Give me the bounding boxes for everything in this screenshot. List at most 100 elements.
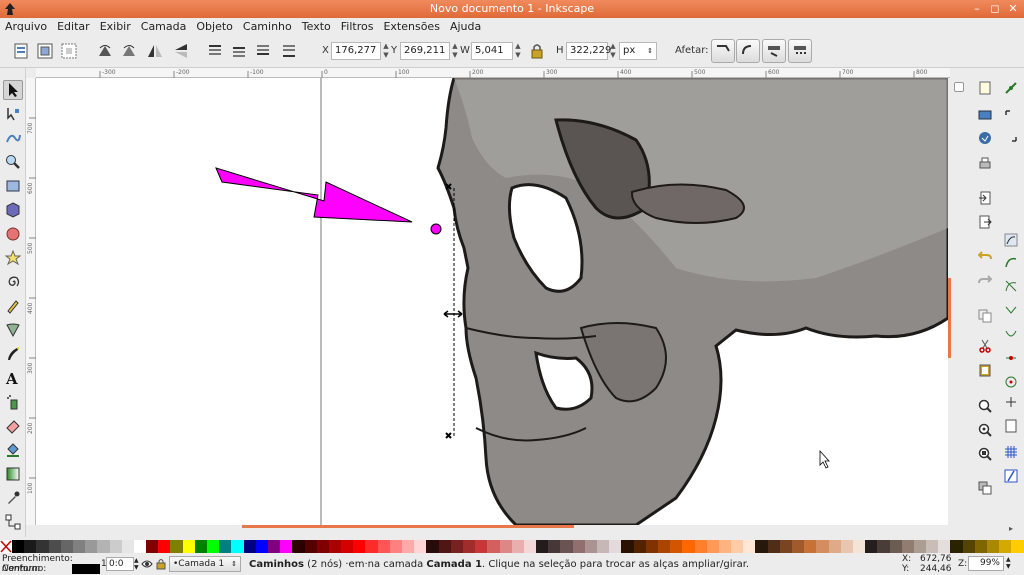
color-swatch[interactable]	[109, 540, 122, 553]
color-swatch[interactable]	[792, 540, 805, 553]
color-swatch[interactable]	[987, 540, 1000, 553]
menu-filtros[interactable]: Filtros	[341, 20, 374, 33]
color-swatch[interactable]	[840, 540, 853, 553]
color-swatch[interactable]	[999, 540, 1012, 553]
color-swatch[interactable]	[377, 540, 390, 553]
no-color-swatch[interactable]	[0, 540, 12, 553]
spiral-tool[interactable]	[3, 272, 23, 292]
export-button[interactable]	[977, 214, 993, 230]
opacity-input[interactable]: 0:0	[106, 557, 134, 571]
snap-nodes-button[interactable]	[1003, 232, 1019, 248]
snap-grid-button[interactable]	[1003, 444, 1019, 460]
maximize-icon[interactable]: ◻	[988, 2, 1002, 16]
color-swatch[interactable]	[926, 540, 939, 553]
pen-tool[interactable]	[3, 320, 23, 340]
color-swatch[interactable]	[670, 540, 683, 553]
color-swatch[interactable]	[938, 540, 951, 553]
star-tool[interactable]	[3, 248, 23, 268]
snap-cusp-button[interactable]	[1003, 302, 1019, 318]
color-swatch[interactable]	[462, 540, 476, 553]
open-button[interactable]	[977, 106, 993, 122]
h-input[interactable]: 322,229	[566, 42, 611, 60]
color-swatch[interactable]	[267, 540, 281, 553]
raise-to-top-icon[interactable]	[206, 42, 224, 60]
color-swatch[interactable]	[292, 540, 305, 553]
new-document-button[interactable]	[977, 80, 993, 96]
color-swatch[interactable]	[560, 540, 573, 553]
snap-intersection-button[interactable]	[1003, 278, 1019, 294]
minimize-icon[interactable]: –	[970, 2, 984, 16]
close-icon[interactable]: ✕	[1006, 2, 1020, 16]
color-swatch[interactable]	[536, 540, 549, 553]
color-swatch[interactable]	[341, 540, 354, 553]
h-spinner[interactable]: ▲ ▼	[608, 42, 618, 60]
skull-image[interactable]	[436, 78, 948, 525]
snap-guide-button[interactable]	[1003, 468, 1019, 484]
color-swatch[interactable]	[426, 540, 439, 553]
dropper-tool[interactable]	[3, 488, 23, 508]
color-swatch[interactable]	[877, 540, 890, 553]
color-swatch[interactable]	[85, 540, 98, 553]
snap-center-button[interactable]	[1003, 374, 1019, 390]
color-swatch[interactable]	[219, 540, 232, 553]
color-swatch[interactable]	[767, 540, 780, 553]
select-all-icon[interactable]	[12, 42, 30, 60]
rotate-cw-icon[interactable]	[120, 42, 138, 60]
color-swatch[interactable]	[901, 540, 914, 553]
color-swatch[interactable]	[499, 540, 512, 553]
color-swatch[interactable]	[511, 540, 524, 553]
color-swatch[interactable]	[255, 540, 268, 553]
selector-tool[interactable]	[3, 80, 23, 100]
lower-icon[interactable]	[254, 42, 272, 60]
color-swatch[interactable]	[72, 540, 86, 553]
gradient-tool[interactable]	[3, 464, 23, 484]
menu-texto[interactable]: Texto	[302, 20, 331, 33]
color-swatch[interactable]	[913, 540, 927, 553]
zoom-drawing-button[interactable]	[977, 422, 993, 438]
color-swatch[interactable]	[572, 540, 585, 553]
color-swatch[interactable]	[170, 540, 183, 553]
y-spinner[interactable]: ▲ ▼	[450, 42, 460, 60]
scroll-corner-button[interactable]	[954, 82, 964, 92]
drawing-canvas[interactable]	[36, 78, 948, 525]
w-spinner[interactable]: ▲ ▼	[513, 42, 523, 60]
color-swatch[interactable]	[487, 540, 500, 553]
select-all-layers-icon[interactable]	[36, 42, 54, 60]
flip-horizontal-icon[interactable]	[146, 42, 164, 60]
spray-tool[interactable]	[3, 392, 23, 412]
snap-page-button[interactable]	[1003, 418, 1019, 434]
calligraphy-tool[interactable]	[3, 344, 23, 364]
transform-patterns-button[interactable]	[788, 39, 812, 63]
rotate-ccw-icon[interactable]	[96, 42, 114, 60]
zoom-page-button[interactable]	[977, 446, 993, 462]
color-swatch[interactable]	[852, 540, 866, 553]
color-swatch[interactable]	[243, 540, 256, 553]
menu-caminho[interactable]: Caminho	[243, 20, 292, 33]
snap-toggle-button[interactable]	[1003, 80, 1019, 96]
color-swatch[interactable]	[438, 540, 451, 553]
color-swatch[interactable]	[974, 540, 987, 553]
stroke-swatch[interactable]	[72, 564, 100, 574]
color-swatch[interactable]	[682, 540, 695, 553]
color-swatch[interactable]	[48, 540, 61, 553]
snap-bar-expand-icon[interactable]: ▸	[1003, 520, 1019, 536]
eye-visibility-icon[interactable]	[141, 559, 153, 569]
color-swatch[interactable]	[743, 540, 756, 553]
color-swatch[interactable]	[12, 540, 25, 553]
x-spinner[interactable]: ▲ ▼	[381, 42, 391, 60]
print-button[interactable]	[977, 156, 993, 172]
tweak-tool[interactable]	[3, 128, 23, 148]
color-swatch[interactable]	[60, 540, 73, 553]
color-swatch[interactable]	[304, 540, 317, 553]
color-swatch[interactable]	[889, 540, 902, 553]
color-swatch[interactable]	[718, 540, 732, 553]
pencil-tool[interactable]	[3, 296, 23, 316]
color-swatch[interactable]	[609, 540, 622, 553]
node-tool[interactable]	[3, 104, 23, 124]
horizontal-scroll-thumb[interactable]	[242, 525, 574, 528]
selected-node[interactable]	[430, 223, 442, 235]
color-swatch[interactable]	[316, 540, 329, 553]
flip-vertical-icon[interactable]	[172, 42, 190, 60]
w-input[interactable]: 5,041	[471, 42, 513, 60]
paste-button[interactable]	[977, 362, 993, 378]
